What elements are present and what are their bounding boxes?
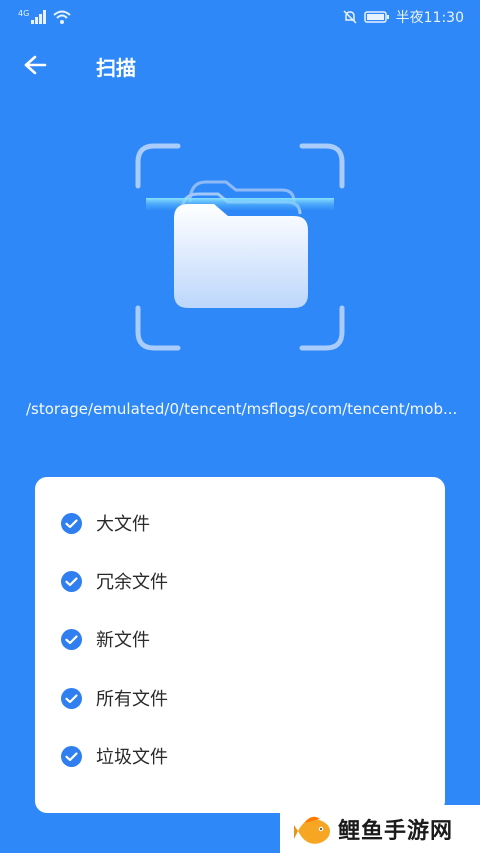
file-type-card: 大文件 冗余文件 新文件 所有文件 垃圾文件 xyxy=(35,477,445,813)
check-circle-icon xyxy=(61,687,82,709)
status-time: 半夜11:30 xyxy=(395,10,464,26)
app-header: 扫描 xyxy=(0,42,480,88)
list-item-label: 大文件 xyxy=(96,514,150,535)
list-item-label: 所有文件 xyxy=(96,689,168,710)
check-circle-icon xyxy=(61,570,82,592)
list-item-redundant-files[interactable]: 冗余文件 xyxy=(35,561,445,601)
list-item-junk-files[interactable]: 垃圾文件 xyxy=(35,736,445,776)
list-item-large-files[interactable]: 大文件 xyxy=(35,503,445,543)
scan-frame-icon xyxy=(135,143,345,351)
watermark-text: 鲤鱼手游网 xyxy=(338,819,454,844)
check-circle-icon xyxy=(61,628,82,650)
check-circle-icon xyxy=(61,745,82,767)
fish-logo-icon xyxy=(294,816,330,844)
arrow-left-icon xyxy=(24,55,47,75)
page-title: 扫描 xyxy=(96,56,136,80)
bell-muted-icon xyxy=(343,10,357,24)
scan-current-path: /storage/emulated/0/tencent/msflogs/com/… xyxy=(26,400,458,418)
list-item-label: 垃圾文件 xyxy=(96,747,168,768)
battery-icon xyxy=(363,11,389,23)
scan-illustration xyxy=(134,142,346,352)
network-type-label: 4G xyxy=(18,8,30,18)
watermark: 鲤鱼手游网 xyxy=(280,805,480,853)
list-item-new-files[interactable]: 新文件 xyxy=(35,619,445,659)
status-left: 4G xyxy=(18,8,71,24)
signal-icon xyxy=(31,10,47,24)
back-button[interactable] xyxy=(18,50,52,80)
status-right: 半夜11:30 xyxy=(342,7,464,27)
list-item-all-files[interactable]: 所有文件 xyxy=(35,678,445,718)
check-circle-icon xyxy=(61,512,82,534)
wifi-icon xyxy=(53,10,71,24)
status-bar: 4G 半夜11:30 xyxy=(0,0,480,34)
list-item-label: 冗余文件 xyxy=(96,572,168,593)
list-item-label: 新文件 xyxy=(96,630,150,651)
